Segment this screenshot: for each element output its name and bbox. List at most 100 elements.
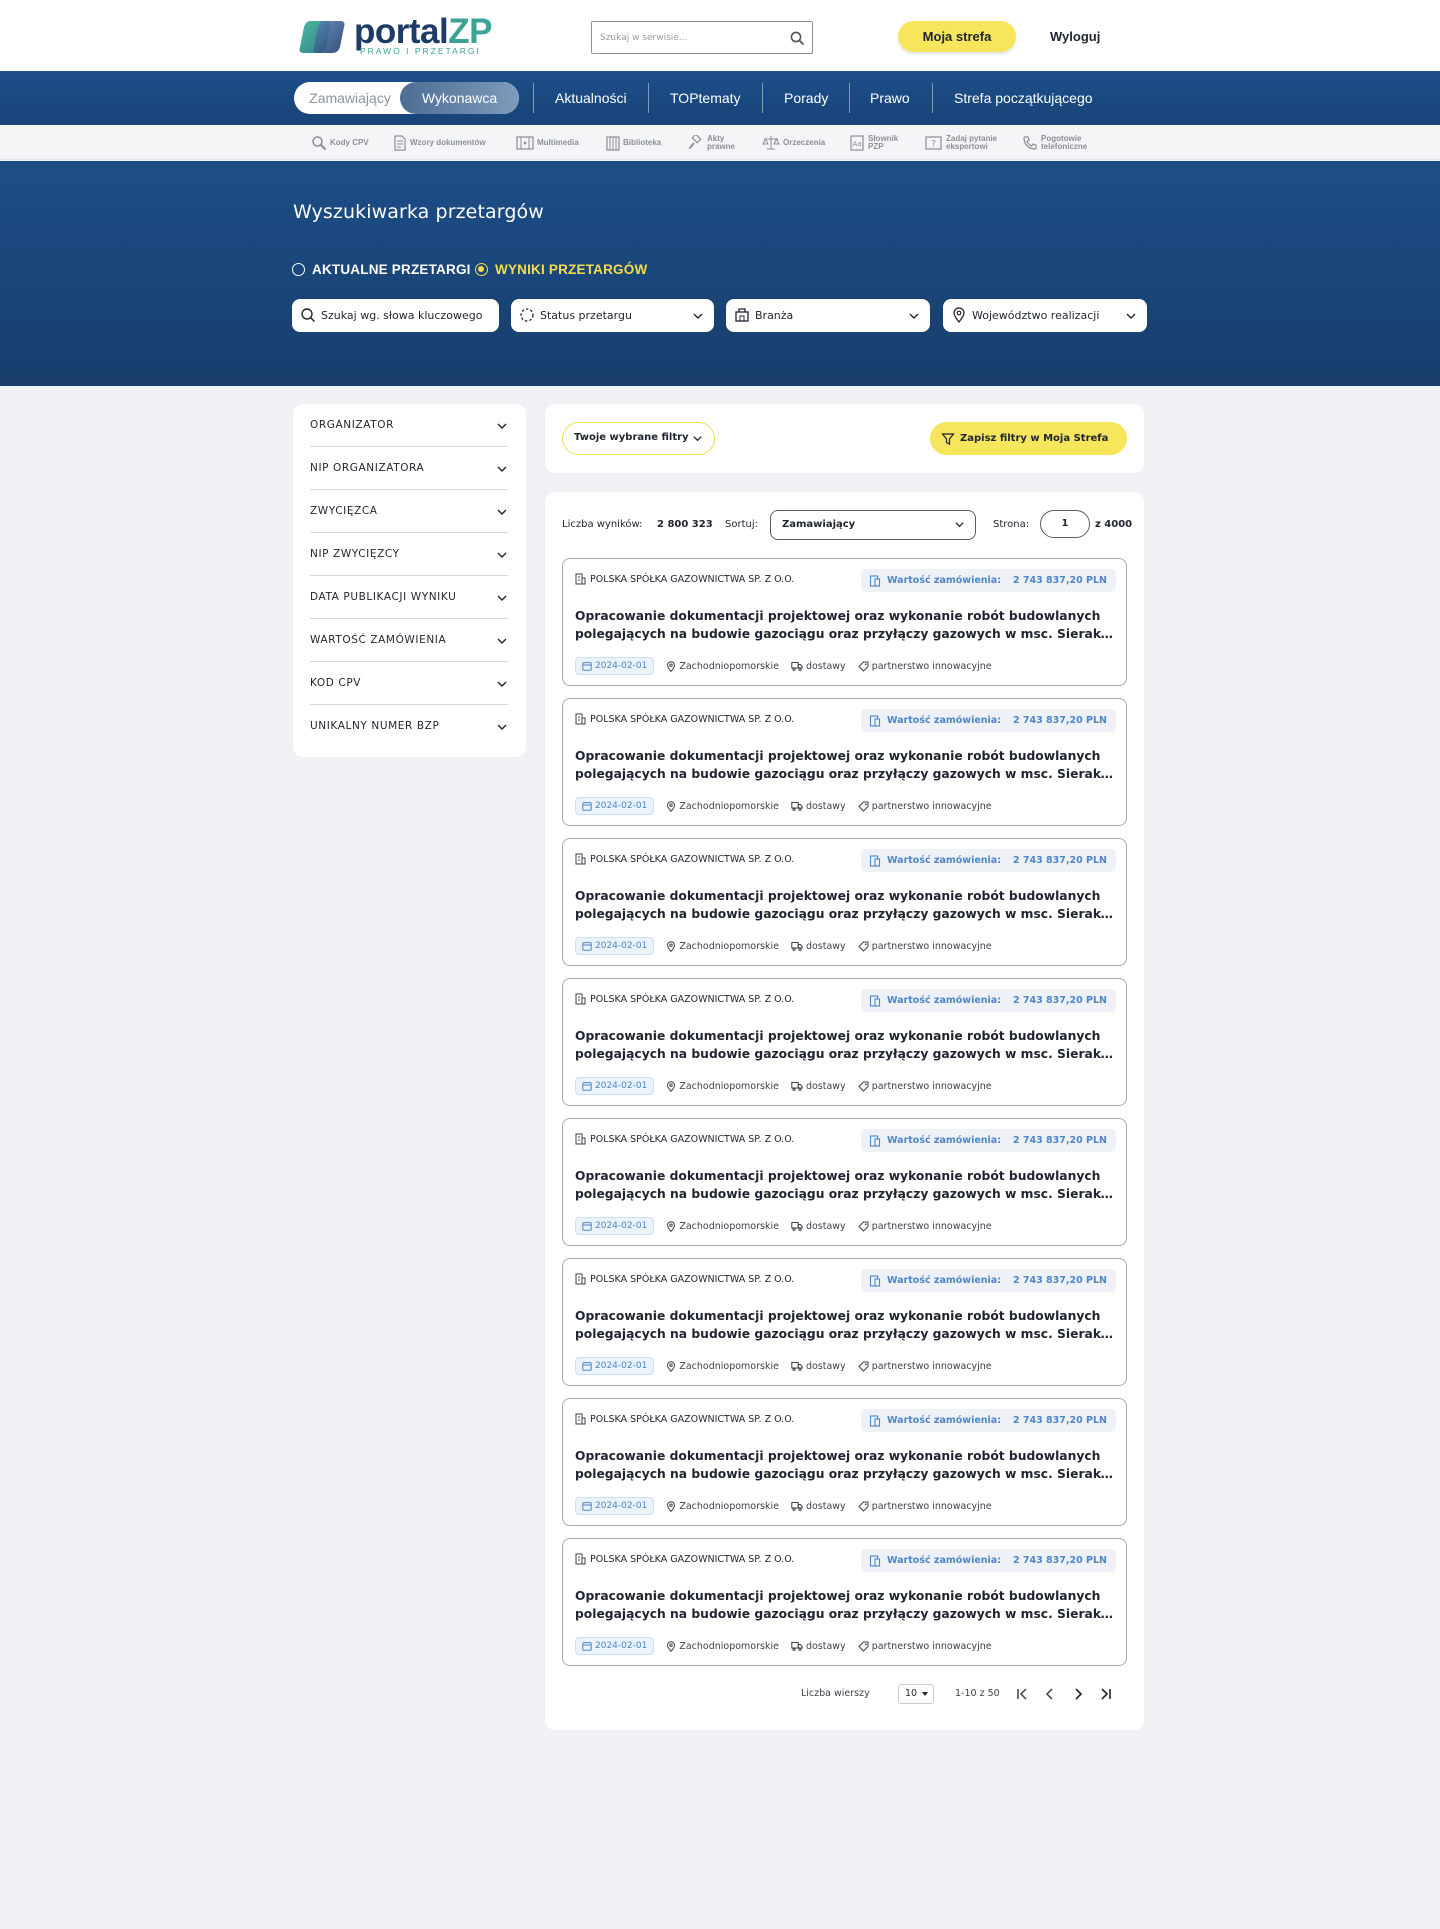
document-icon <box>394 135 406 151</box>
my-zone-button[interactable]: Moja strefa <box>898 21 1016 52</box>
tender-meta: 2024-02-01 Zachodniopomorskie dostawy partn… <box>575 1637 992 1655</box>
tool-pogotowie-telefoniczne[interactable]: Pogotowie telefoniczne <box>1022 131 1087 155</box>
tender-title[interactable]: Opracowanie dokumentacji projektowej ora… <box>575 887 1115 923</box>
filter-organizator[interactable]: ORGANIZATOR <box>310 404 508 447</box>
chevron-down-icon <box>497 552 507 558</box>
branch-select[interactable]: Branża <box>726 299 930 332</box>
tender-mode-name: partnerstwo innowacyjne <box>871 1360 992 1372</box>
filter-kod-cpv[interactable]: KOD CPV <box>310 662 508 705</box>
filter-numer-bzp[interactable]: UNIKALNY NUMER BZP <box>310 705 508 748</box>
tender-date: 2024-02-01 <box>595 1501 648 1511</box>
nav-porady[interactable]: Porady <box>784 82 828 114</box>
tool-zadaj-pytanie[interactable]: ? Zadaj pytanie ekspertowi <box>925 131 997 155</box>
filter-nip-zwyciezcy[interactable]: NIP ZWYCIĘZCY <box>310 533 508 576</box>
tool-akty-prawne[interactable]: Akty prawne <box>688 131 735 155</box>
site-search-input[interactable] <box>600 29 780 47</box>
tender-card[interactable]: POLSKA SPÓŁKA GAZOWNICTWA SP. Z O.O. Wart… <box>562 558 1127 686</box>
tender-card[interactable]: POLSKA SPÓŁKA GAZOWNICTWA SP. Z O.O. Wart… <box>562 1118 1127 1246</box>
building-icon <box>575 1133 586 1145</box>
results-toolbar: Liczba wyników: 2 800 323 Sortuj: Zamawi… <box>562 510 1132 540</box>
chevron-down-icon <box>909 313 919 319</box>
tender-card[interactable]: POLSKA SPÓŁKA GAZOWNICTWA SP. Z O.O. Wart… <box>562 838 1127 966</box>
tag-icon <box>857 1221 869 1232</box>
tender-value-amount: 2 743 837,20 PLN <box>1013 995 1107 1006</box>
save-filters-button[interactable]: Zapisz filtry w Moja Strefa <box>930 422 1127 455</box>
building-icon <box>575 713 586 725</box>
calendar-icon <box>582 662 592 671</box>
tool-orzeczenia[interactable]: Orzeczenia <box>762 131 825 155</box>
chevron-down-icon <box>497 466 507 472</box>
tender-card[interactable]: POLSKA SPÓŁKA GAZOWNICTWA SP. Z O.O. Wart… <box>562 1258 1127 1386</box>
chosen-filters-dropdown[interactable]: Twoje wybrane filtry <box>562 422 715 455</box>
tender-region-name: Zachodniopomorskie <box>679 660 779 672</box>
rows-per-page-select[interactable]: 10 <box>898 1684 934 1704</box>
tender-value-label: Wartość zamówienia: <box>887 715 1001 726</box>
page-number-input[interactable]: 1 <box>1040 510 1090 538</box>
tender-type: dostawy <box>791 801 846 812</box>
nav-divider <box>762 83 763 113</box>
tender-region: Zachodniopomorskie <box>666 1501 779 1512</box>
previous-page-icon[interactable] <box>1041 1685 1059 1703</box>
tool-multimedia[interactable]: Multimedia <box>516 131 579 155</box>
tender-title[interactable]: Opracowanie dokumentacji projektowej ora… <box>575 1447 1115 1483</box>
nav-toptematy[interactable]: TOPtematy <box>670 82 741 114</box>
tool-biblioteka[interactable]: Biblioteka <box>606 131 661 155</box>
tender-value-label: Wartość zamówienia: <box>887 1415 1001 1426</box>
tender-title[interactable]: Opracowanie dokumentacji projektowej ora… <box>575 1167 1115 1203</box>
filter-wartosc-zamowienia[interactable]: WARTOŚĆ ZAMÓWIENIA <box>310 619 508 662</box>
filter-nip-organizatora[interactable]: NIP ORGANIZATORA <box>310 447 508 490</box>
tender-title[interactable]: Opracowanie dokumentacji projektowej ora… <box>575 607 1115 643</box>
search-icon[interactable] <box>789 30 805 46</box>
tender-value-badge: Wartość zamówienia: 2 743 837,20 PLN <box>861 989 1116 1012</box>
tender-title-line: Opracowanie dokumentacji projektowej ora… <box>575 1029 1101 1043</box>
tender-title[interactable]: Opracowanie dokumentacji projektowej ora… <box>575 1587 1115 1623</box>
next-page-icon[interactable] <box>1069 1685 1087 1703</box>
tender-organizer-name: POLSKA SPÓŁKA GAZOWNICTWA SP. Z O.O. <box>590 853 795 865</box>
keyword-search-field[interactable]: Szukaj wg. słowa kluczowego <box>292 299 499 332</box>
radio-wyniki-przetargow[interactable]: WYNIKI PRZETARGÓW <box>475 262 647 277</box>
tender-mode: partnerstwo innowacyjne <box>857 1221 992 1232</box>
caret-down-icon <box>922 1692 928 1696</box>
calendar-icon <box>582 1082 592 1091</box>
tool-kody-cpv[interactable]: Kody CPV <box>311 131 369 155</box>
tool-wzory-dokumentow[interactable]: Wzory dokumentów <box>393 131 486 155</box>
filter-zwyciezca[interactable]: ZWYCIĘZCA <box>310 490 508 533</box>
tender-title[interactable]: Opracowanie dokumentacji projektowej ora… <box>575 747 1115 783</box>
tender-meta: 2024-02-01 Zachodniopomorskie dostawy partn… <box>575 1497 992 1515</box>
toggle-wykonawca[interactable]: Wykonawca <box>400 82 519 114</box>
last-page-icon[interactable] <box>1097 1685 1115 1703</box>
tender-date: 2024-02-01 <box>595 1221 648 1231</box>
tender-organizer-name: POLSKA SPÓŁKA GAZOWNICTWA SP. Z O.O. <box>590 1553 795 1565</box>
tender-type-name: dostawy <box>805 1640 846 1652</box>
sort-select[interactable]: Zamawiający <box>770 510 976 540</box>
radio-label: AKTUALNE PRZETARGI <box>312 262 471 277</box>
filter-label: DATA PUBLIKACJI WYNIKU <box>310 591 457 603</box>
logout-link[interactable]: Wyloguj <box>1050 29 1100 44</box>
tender-card[interactable]: POLSKA SPÓŁKA GAZOWNICTWA SP. Z O.O. Wart… <box>562 1398 1127 1526</box>
nav-prawo[interactable]: Prawo <box>870 82 910 114</box>
tool-label: Wzory dokumentów <box>410 137 486 147</box>
svg-text:Aa: Aa <box>852 140 861 148</box>
region-select[interactable]: Województwo realizacji <box>943 299 1147 332</box>
tender-mode-name: partnerstwo innowacyjne <box>871 800 992 812</box>
toggle-zamawiajacy[interactable]: Zamawiający <box>294 82 406 114</box>
tender-title-line: polegających na budowie gazociągu oraz p… <box>575 627 1115 641</box>
first-page-icon[interactable] <box>1013 1685 1031 1703</box>
tender-region-name: Zachodniopomorskie <box>679 1220 779 1232</box>
portal-zp-logo[interactable]: portalZP PRAWO I PRZETARGI <box>296 12 496 57</box>
search-icon <box>301 308 316 323</box>
tender-card[interactable]: POLSKA SPÓŁKA GAZOWNICTWA SP. Z O.O. Wart… <box>562 1538 1127 1666</box>
tender-value-amount: 2 743 837,20 PLN <box>1013 1275 1107 1286</box>
tender-card[interactable]: POLSKA SPÓŁKA GAZOWNICTWA SP. Z O.O. Wart… <box>562 698 1127 826</box>
tender-meta: 2024-02-01 Zachodniopomorskie dostawy partn… <box>575 1077 992 1095</box>
status-select[interactable]: Status przetargu <box>511 299 714 332</box>
filter-data-publikacji[interactable]: DATA PUBLIKACJI WYNIKU <box>310 576 508 619</box>
tender-card[interactable]: POLSKA SPÓŁKA GAZOWNICTWA SP. Z O.O. Wart… <box>562 978 1127 1106</box>
tender-title[interactable]: Opracowanie dokumentacji projektowej ora… <box>575 1027 1115 1063</box>
radio-aktualne-przetargi[interactable]: AKTUALNE PRZETARGI <box>292 262 471 277</box>
nav-strefa-poczatkujacego[interactable]: Strefa początkującego <box>954 82 1093 114</box>
tender-title[interactable]: Opracowanie dokumentacji projektowej ora… <box>575 1307 1115 1343</box>
tool-slownik-pzp[interactable]: Aa Słownik PZP <box>849 131 898 155</box>
nav-aktualnosci[interactable]: Aktualności <box>555 82 627 114</box>
tender-mode-name: partnerstwo innowacyjne <box>871 660 992 672</box>
